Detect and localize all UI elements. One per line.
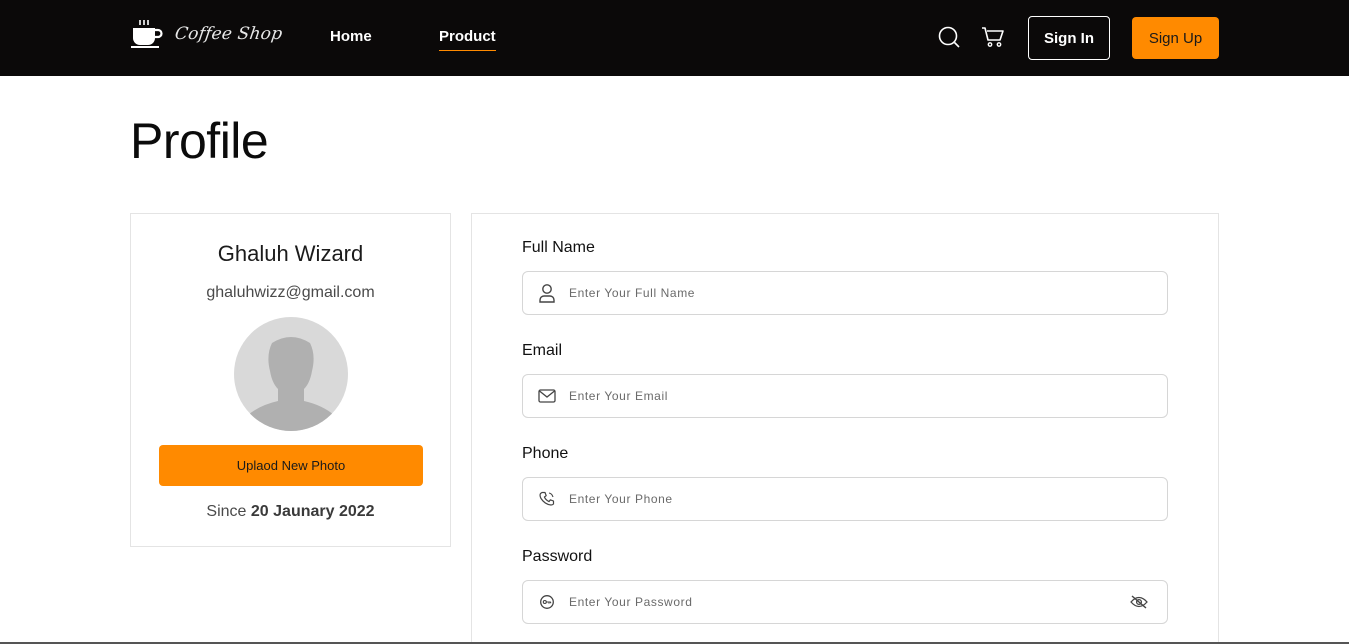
cart-icon	[982, 27, 1004, 47]
cart-button[interactable]	[980, 24, 1006, 50]
password-label: Password	[522, 548, 593, 565]
profile-email: ghaluhwizz@gmail.com	[206, 284, 375, 301]
member-since: Since 20 Jaunary 2022	[131, 503, 450, 521]
nav-home-link[interactable]: Home	[330, 28, 372, 45]
sign-in-button[interactable]: Sign In	[1028, 16, 1110, 60]
page-title: Profile	[130, 113, 269, 169]
email-field[interactable]	[522, 374, 1168, 418]
full-name-label: Full Name	[522, 239, 595, 256]
phone-field[interactable]	[522, 477, 1168, 521]
profile-form-card: Full Name Email Phone Password	[471, 213, 1219, 644]
member-since-prefix: Since	[206, 503, 247, 520]
sign-up-button[interactable]: Sign Up	[1132, 17, 1219, 59]
profile-summary-card: Ghaluh Wizard ghaluhwizz@gmail.com Uplao…	[130, 213, 451, 547]
email-label: Email	[522, 342, 563, 359]
coffee-cup-icon	[131, 20, 163, 48]
phone-icon	[537, 489, 557, 509]
upload-photo-button[interactable]: Uplaod New Photo	[159, 445, 423, 486]
user-icon	[537, 283, 557, 303]
key-icon	[537, 592, 557, 612]
phone-input[interactable]	[569, 478, 1167, 520]
password-field[interactable]	[522, 580, 1168, 624]
password-input[interactable]	[569, 581, 1129, 623]
email-input[interactable]	[569, 375, 1167, 417]
member-since-date: 20 Jaunary 2022	[250, 503, 375, 520]
brand-name: Coffee Shop	[173, 24, 284, 44]
avatar-placeholder-icon	[248, 337, 334, 431]
phone-label: Phone	[522, 445, 569, 462]
top-navbar: Coffee Shop Home Product Sign In Sign Up	[0, 0, 1349, 76]
profile-name: Ghaluh Wizard	[217, 241, 364, 266]
brand-logo[interactable]: Coffee Shop	[131, 19, 284, 49]
search-button[interactable]	[936, 24, 962, 50]
full-name-field[interactable]	[522, 271, 1168, 315]
full-name-input[interactable]	[569, 272, 1167, 314]
avatar[interactable]	[234, 317, 348, 431]
mail-icon	[537, 386, 557, 406]
eye-off-icon[interactable]	[1129, 592, 1149, 612]
nav-product-link[interactable]: Product	[439, 28, 496, 51]
search-icon	[938, 26, 960, 48]
